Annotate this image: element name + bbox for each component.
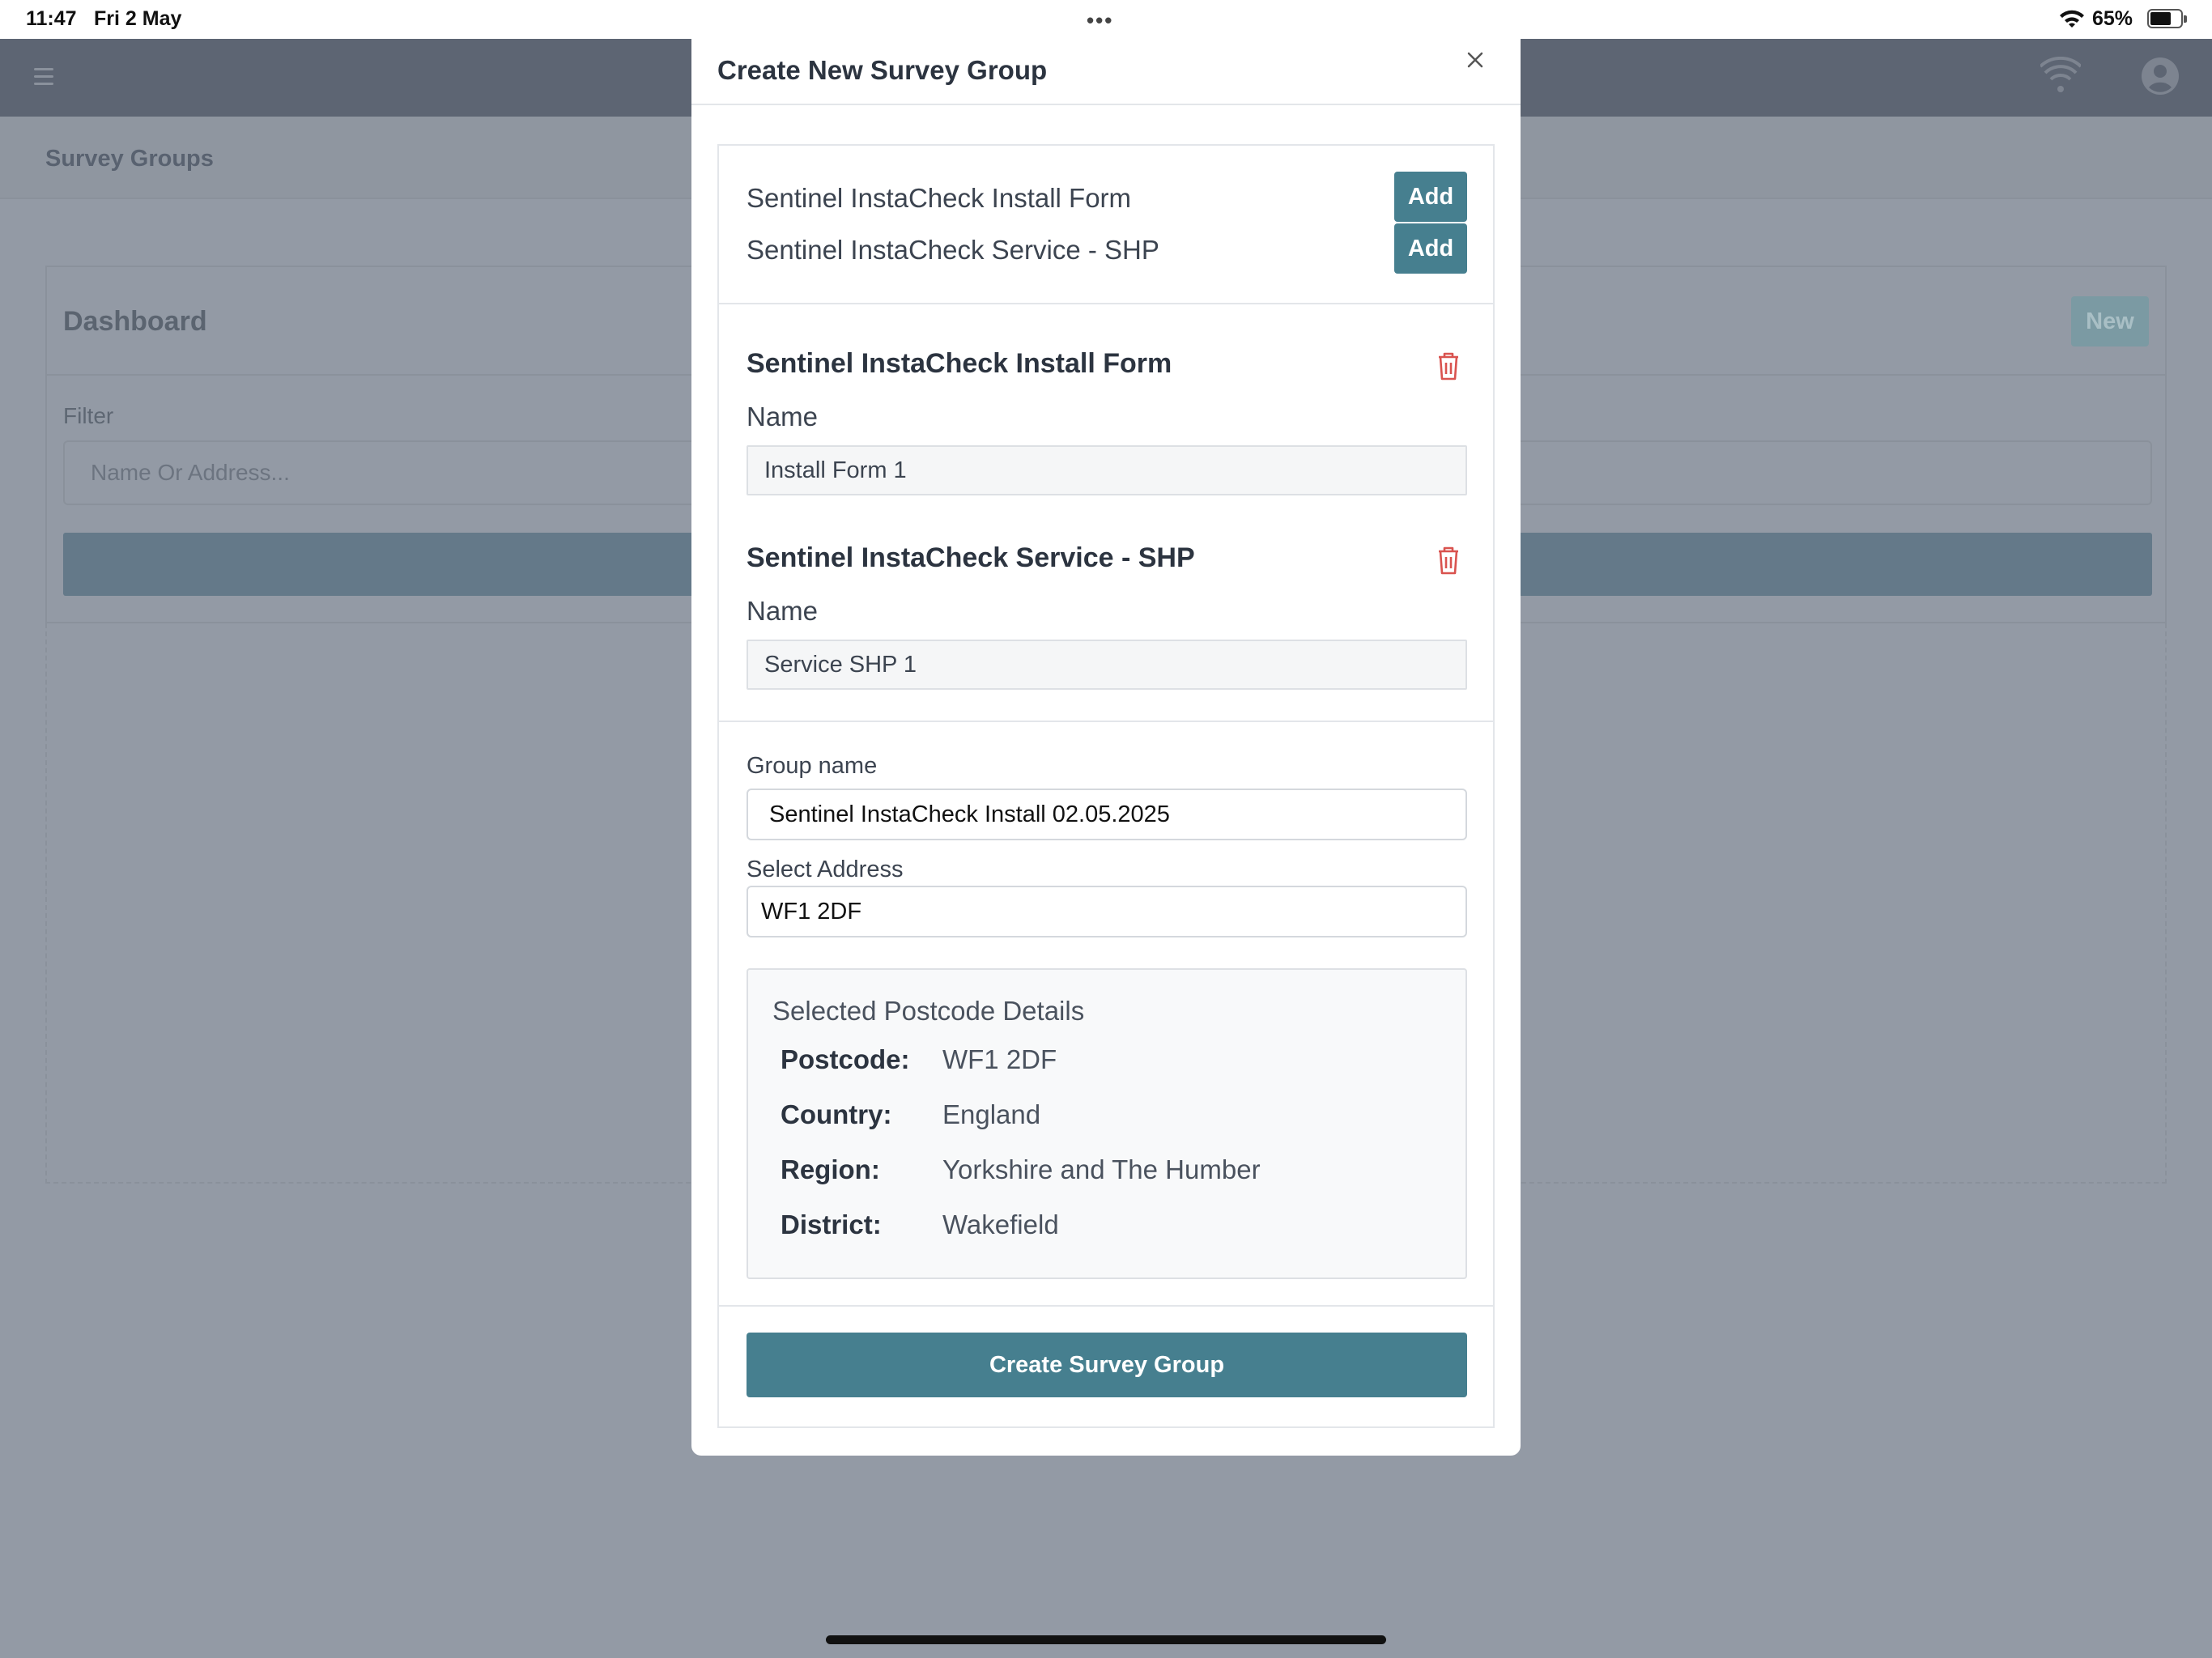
trash-icon[interactable] — [1435, 544, 1462, 576]
multitasking-dots-icon[interactable]: ••• — [1087, 8, 1113, 33]
service-shp-name-input[interactable]: Service SHP 1 — [747, 640, 1467, 690]
install-form-name-input[interactable]: Install Form 1 — [747, 445, 1467, 495]
group-name-label: Group name — [747, 753, 878, 779]
template-label: Sentinel InstaCheck Service - SHP — [747, 235, 1159, 265]
district-row: District: Wakefield — [781, 1209, 1444, 1247]
select-address-input[interactable]: WF1 2DF — [747, 886, 1467, 937]
battery-icon — [2147, 9, 2187, 28]
create-survey-group-modal: Create New Survey Group Sentinel InstaCh… — [691, 39, 1521, 1456]
template-label: Sentinel InstaCheck Install Form — [747, 183, 1132, 213]
filter-label: Filter — [63, 403, 114, 428]
select-address-label: Select Address — [747, 857, 904, 882]
postcode-details-heading: Selected Postcode Details — [772, 996, 1085, 1026]
modal-body: Sentinel InstaCheck Install Form Add Sen… — [717, 144, 1495, 1428]
region-value: Yorkshire and The Humber — [942, 1154, 1261, 1184]
add-service-shp-button[interactable]: Add — [1394, 223, 1467, 274]
district-value: Wakefield — [942, 1209, 1059, 1239]
added-forms: Sentinel InstaCheck Install Form Name In… — [719, 304, 1493, 722]
wifi-icon — [2060, 10, 2084, 28]
modal-header: Create New Survey Group — [691, 39, 1521, 105]
status-time: 11:47 — [26, 7, 77, 30]
name-label: Name — [747, 596, 819, 626]
form-item: Sentinel InstaCheck Service - SHP Name S… — [747, 542, 1467, 696]
postcode-row: Postcode: WF1 2DF — [781, 1044, 1444, 1082]
postcode-key: Postcode: — [781, 1044, 910, 1074]
status-bar: 11:47 Fri 2 May ••• 65% — [0, 0, 2212, 39]
country-value: England — [942, 1099, 1041, 1129]
hamburger-menu-icon[interactable] — [34, 68, 53, 90]
dashboard-title: Dashboard — [63, 306, 207, 337]
template-row: Sentinel InstaCheck Service - SHP Add — [747, 223, 1467, 275]
status-date: Fri 2 May — [94, 7, 182, 30]
country-row: Country: England — [781, 1099, 1444, 1137]
group-name-input[interactable]: Sentinel InstaCheck Install 02.05.2025 — [747, 789, 1467, 840]
add-install-form-button[interactable]: Add — [1394, 172, 1467, 222]
close-button[interactable] — [1456, 40, 1495, 79]
postcode-details-panel: Selected Postcode Details Postcode: WF1 … — [747, 968, 1467, 1279]
close-icon — [1467, 52, 1483, 68]
breadcrumb-survey-groups[interactable]: Survey Groups — [45, 146, 214, 172]
name-label: Name — [747, 402, 819, 432]
form-title: Sentinel InstaCheck Service - SHP — [747, 542, 1195, 573]
modal-title: Create New Survey Group — [717, 55, 1048, 85]
template-list: Sentinel InstaCheck Install Form Add Sen… — [719, 146, 1493, 304]
user-account-icon[interactable] — [2141, 57, 2180, 96]
battery-percent: 65% — [2092, 7, 2133, 30]
template-row: Sentinel InstaCheck Install Form Add — [747, 172, 1467, 223]
submit-section: Create Survey Group — [719, 1307, 1493, 1430]
home-indicator[interactable] — [826, 1635, 1386, 1644]
create-survey-group-button[interactable]: Create Survey Group — [747, 1333, 1467, 1397]
region-key: Region: — [781, 1154, 880, 1184]
trash-icon[interactable] — [1435, 350, 1462, 382]
new-button[interactable]: New — [2071, 296, 2149, 346]
country-key: Country: — [781, 1099, 892, 1129]
district-key: District: — [781, 1209, 882, 1239]
form-item: Sentinel InstaCheck Install Form Name In… — [747, 348, 1467, 502]
form-title: Sentinel InstaCheck Install Form — [747, 348, 1172, 379]
region-row: Region: Yorkshire and The Humber — [781, 1154, 1444, 1192]
group-details: Group name Sentinel InstaCheck Install 0… — [719, 722, 1493, 1307]
connection-wifi-icon — [2040, 57, 2081, 92]
postcode-value: WF1 2DF — [942, 1044, 1057, 1074]
